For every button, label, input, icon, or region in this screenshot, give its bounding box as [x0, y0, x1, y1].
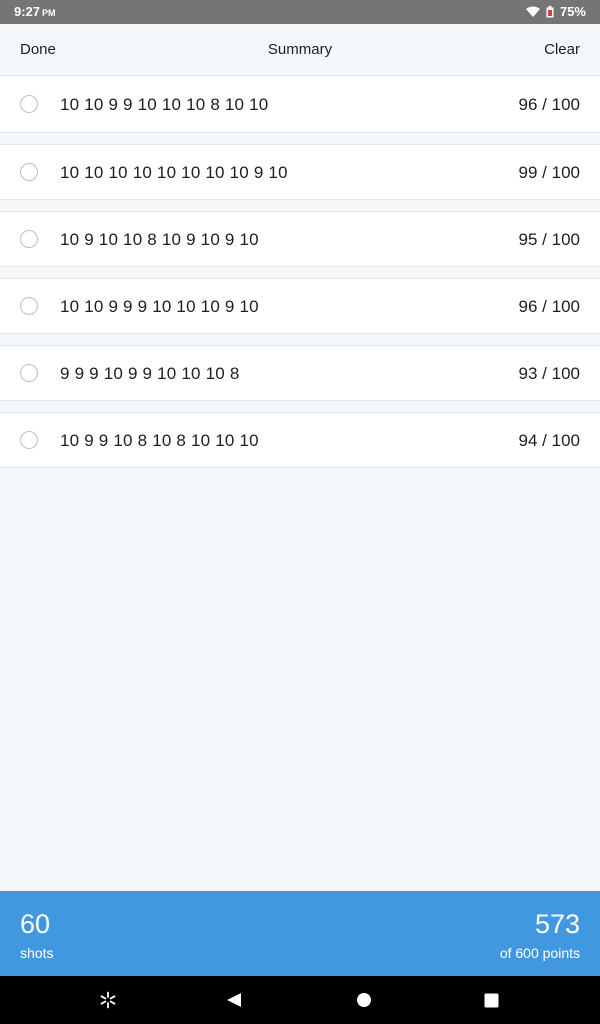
home-icon[interactable] — [340, 976, 388, 1024]
radio-button[interactable] — [20, 364, 38, 382]
list-item[interactable]: 10 9 9 10 8 10 8 10 10 10 94 / 100 — [0, 412, 600, 468]
header-bar: Done Summary Clear — [0, 24, 600, 76]
round-total: 94 / 100 — [518, 431, 580, 450]
clear-button[interactable]: Clear — [544, 41, 580, 58]
status-ampm: PM — [42, 8, 56, 18]
round-scores: 9 9 9 10 9 9 10 10 10 8 — [60, 364, 240, 383]
round-total: 95 / 100 — [518, 230, 580, 249]
shots-count: 60 — [20, 909, 51, 939]
list-item[interactable]: 10 9 10 10 8 10 9 10 9 10 95 / 100 — [0, 211, 600, 267]
back-icon[interactable] — [210, 976, 258, 1024]
list-item[interactable]: 10 10 10 10 10 10 10 10 9 10 99 / 100 — [0, 144, 600, 200]
radio-button[interactable] — [20, 95, 38, 113]
round-scores: 10 9 10 10 8 10 9 10 9 10 — [60, 230, 259, 249]
list-item[interactable]: 9 9 9 10 9 9 10 10 10 8 93 / 100 — [0, 345, 600, 401]
status-right: 75% — [525, 4, 586, 19]
shots-label: shots — [20, 945, 54, 961]
list-item[interactable]: 10 10 9 9 10 10 10 8 10 10 96 / 100 — [0, 77, 600, 133]
round-total: 96 / 100 — [518, 297, 580, 316]
round-scores: 10 10 10 10 10 10 10 10 9 10 — [60, 163, 288, 182]
round-total: 99 / 100 — [518, 163, 580, 182]
rounds-list: 10 10 9 9 10 10 10 8 10 10 96 / 100 10 1… — [0, 77, 600, 479]
radio-button[interactable] — [20, 297, 38, 315]
summary-bar: 60 shots 573 of 600 points — [0, 891, 600, 976]
radio-button[interactable] — [20, 163, 38, 181]
page-title: Summary — [267, 41, 333, 58]
round-total: 96 / 100 — [518, 95, 580, 114]
status-bar: 9:27 PM 75% — [0, 0, 600, 24]
status-time-value: 9:27 — [14, 4, 41, 19]
assistant-icon[interactable] — [84, 976, 132, 1024]
status-time: 9:27 PM — [14, 4, 56, 19]
radio-button[interactable] — [20, 431, 38, 449]
round-scores: 10 10 9 9 9 10 10 10 9 10 — [60, 297, 259, 316]
points-total: 573 — [534, 909, 580, 939]
list-item[interactable]: 10 10 9 9 9 10 10 10 9 10 96 / 100 — [0, 278, 600, 334]
recents-icon[interactable] — [467, 976, 515, 1024]
battery-percent: 75% — [559, 4, 586, 19]
battery-icon — [546, 5, 554, 18]
points-label: of 600 points — [499, 945, 580, 961]
round-total: 93 / 100 — [518, 364, 580, 383]
radio-button[interactable] — [20, 230, 38, 248]
round-scores: 10 10 9 9 10 10 10 8 10 10 — [60, 95, 269, 114]
round-scores: 10 9 9 10 8 10 8 10 10 10 — [60, 431, 259, 450]
wifi-icon — [525, 6, 540, 18]
navigation-bar — [0, 976, 600, 1024]
